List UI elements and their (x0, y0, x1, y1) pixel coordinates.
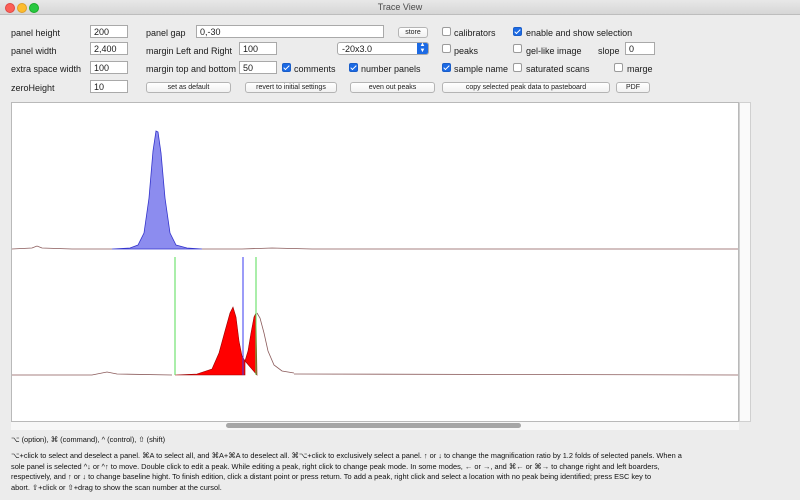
margin-left-right-label: margin Left and Right (146, 46, 233, 56)
margin-left-right-field[interactable]: 100 (239, 42, 277, 55)
help-line-1: ⌥+click to select and deselect a panel. … (11, 451, 682, 460)
help-instructions: ⌥+click to select and deselect a panel. … (11, 451, 796, 493)
trace-plot-area[interactable] (11, 102, 739, 422)
extra-space-width-field[interactable]: 100 (90, 61, 128, 74)
set-as-default-button[interactable]: set as default (146, 82, 231, 93)
marge-label: marge (627, 64, 653, 74)
enable-show-selection-checkbox[interactable] (513, 27, 522, 36)
panel-2-baseline-trace (12, 371, 739, 376)
trace-plot-svg (11, 130, 739, 376)
pdf-button[interactable]: PDF (616, 82, 650, 93)
panel-gap-field[interactable]: 0,-30 (196, 25, 384, 38)
magnification-select[interactable]: -20x3.0 ▲ ▼ (337, 42, 429, 55)
trace-panel-2[interactable] (12, 257, 739, 376)
saturated-scans-label: saturated scans (526, 64, 590, 74)
calibrators-label: calibrators (454, 28, 496, 38)
even-out-peaks-button[interactable]: even out peaks (350, 82, 435, 93)
sample-name-label: sample name (454, 64, 509, 74)
window-title: Trace View (377, 2, 423, 12)
panel-height-field[interactable]: 200 (90, 25, 128, 38)
margin-top-bottom-field[interactable]: 50 (239, 61, 277, 74)
zero-height-label: zeroHeight (11, 83, 55, 93)
number-panels-checkbox[interactable] (349, 63, 358, 72)
horizontal-scrollbar-thumb[interactable] (226, 423, 521, 428)
help-line-2: sole panel is selected ^↓ or ^↑ to move.… (11, 461, 660, 471)
panel-width-label: panel width (11, 46, 57, 56)
gel-like-image-checkbox[interactable] (513, 44, 522, 53)
panel-gap-label: panel gap (146, 28, 186, 38)
vertical-scrollbar[interactable] (739, 102, 751, 422)
comments-label: comments (294, 64, 336, 74)
store-button[interactable]: store (398, 27, 428, 38)
help-line-4: abort. ⇧+click or ⇧+drag to show the sca… (11, 482, 222, 492)
modifier-key-legend: ⌥ (option), ⌘ (command), ^ (control), ⇧ … (11, 435, 166, 444)
copy-peak-data-button[interactable]: copy selected peak data to pasteboard (442, 82, 610, 93)
panel-2-peak-fill-right (244, 312, 258, 376)
marge-checkbox[interactable] (614, 63, 623, 72)
select-stepper-icon: ▲ ▼ (417, 42, 428, 54)
panel-2-peak-fill-left (174, 306, 246, 376)
panel-width-field[interactable]: 2,400 (90, 42, 128, 55)
extra-space-width-label: extra space width (11, 64, 82, 74)
panel-height-label: panel height (11, 28, 61, 38)
panel-1-peak-fill (111, 130, 203, 250)
trace-view-window: Trace View panel height 200 panel width … (0, 0, 800, 500)
help-line-3: respectively, and ↑ or ↓ to change basel… (11, 472, 652, 481)
number-panels-label: number panels (361, 64, 421, 74)
enable-show-selection-label: enable and show selection (526, 28, 633, 38)
slope-label: slope (598, 46, 620, 56)
comments-checkbox[interactable] (282, 63, 291, 72)
margin-top-bottom-label: margin top and bottom (146, 64, 237, 74)
zero-height-field[interactable]: 10 (90, 80, 128, 93)
gel-like-image-label: gel-like image (526, 46, 582, 56)
calibrators-checkbox[interactable] (442, 27, 451, 36)
panel-2-tail-trace (256, 312, 295, 374)
trace-panel-1[interactable] (11, 130, 738, 250)
slope-field[interactable]: 0 (625, 42, 655, 55)
revert-to-initial-settings-button[interactable]: revert to initial settings (245, 82, 337, 93)
sample-name-checkbox[interactable] (442, 63, 451, 72)
peaks-checkbox[interactable] (442, 44, 451, 53)
saturated-scans-checkbox[interactable] (513, 63, 522, 72)
magnification-select-value: -20x3.0 (342, 44, 373, 54)
horizontal-scrollbar[interactable] (11, 422, 739, 430)
peaks-label: peaks (454, 46, 479, 56)
title-bar: Trace View (0, 0, 800, 15)
